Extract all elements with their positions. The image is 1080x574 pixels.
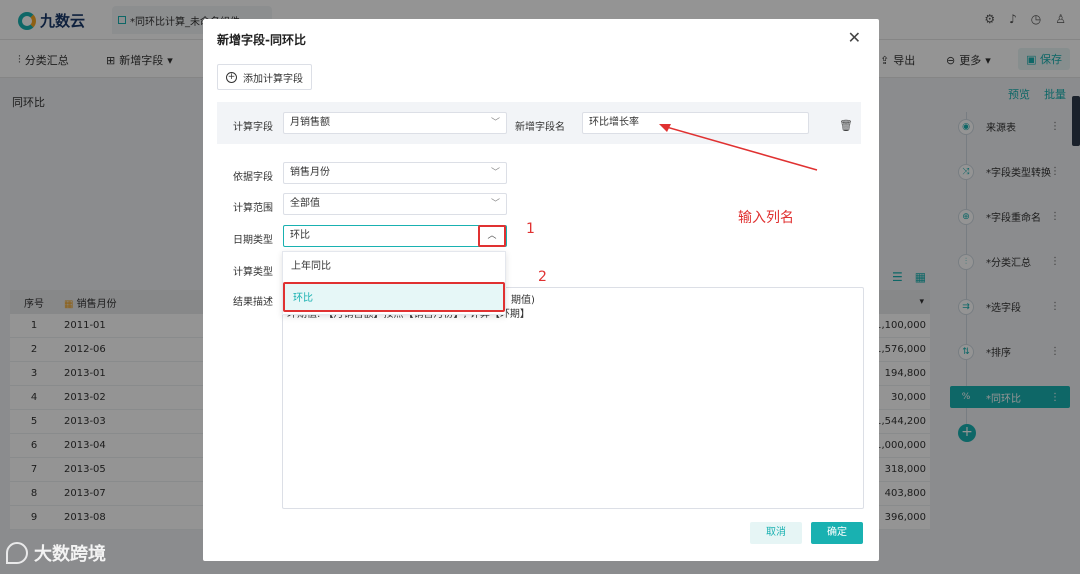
- date-type-label: 日期类型: [233, 235, 273, 246]
- basis-field-label: 依据字段: [233, 172, 273, 183]
- plus-circle-icon: +: [226, 71, 237, 83]
- annotation-arrow: [659, 124, 818, 171]
- new-field-name-label: 新增字段名: [515, 122, 565, 133]
- new-field-dialog: 新增字段-同环比 ✕ + 添加计算字段 计算字段 月销售额 ﹀ 新增字段名 环比…: [203, 19, 879, 561]
- calc-field-select[interactable]: 月销售额 ﹀: [283, 112, 507, 134]
- annotation-input-hint: 输入列名: [738, 210, 794, 226]
- result-desc-textarea[interactable]: 期值) 环期值: 【月销售额】按照【销售月份】, 计算【环期】: [282, 287, 864, 509]
- annotation-step-2: 2: [538, 269, 547, 285]
- dialog-title: 新增字段-同环比: [217, 33, 306, 47]
- date-type-select[interactable]: 环比 ︿: [283, 225, 507, 247]
- date-type-dropdown: 上年同比 环比: [282, 251, 506, 315]
- option-mom[interactable]: 环比: [283, 282, 505, 312]
- calc-field-label: 计算字段: [233, 122, 273, 133]
- basis-field-select[interactable]: 销售月份 ﹀: [283, 162, 507, 184]
- chevron-up-icon[interactable]: ︿: [478, 225, 506, 247]
- annotation-step-1: 1: [526, 221, 535, 237]
- watermark-logo: 大数跨境: [6, 540, 106, 566]
- option-last-year[interactable]: 上年同比: [283, 252, 505, 282]
- chevron-down-icon: ﹀: [490, 199, 500, 209]
- calc-range-label: 计算范围: [233, 203, 273, 214]
- cancel-button[interactable]: 取消: [750, 522, 802, 544]
- calc-type-label: 计算类型: [233, 267, 273, 278]
- ok-button[interactable]: 确定: [811, 522, 863, 544]
- chevron-down-icon: ﹀: [490, 168, 500, 178]
- chevron-down-icon: ﹀: [490, 118, 500, 128]
- brand-icon: [6, 542, 28, 564]
- trash-icon[interactable]: 🗑: [839, 119, 853, 132]
- close-icon[interactable]: ✕: [848, 28, 861, 47]
- result-desc-label: 结果描述: [233, 297, 273, 308]
- calc-range-select[interactable]: 全部值 ﹀: [283, 193, 507, 215]
- add-calc-field-button[interactable]: + 添加计算字段: [217, 64, 312, 90]
